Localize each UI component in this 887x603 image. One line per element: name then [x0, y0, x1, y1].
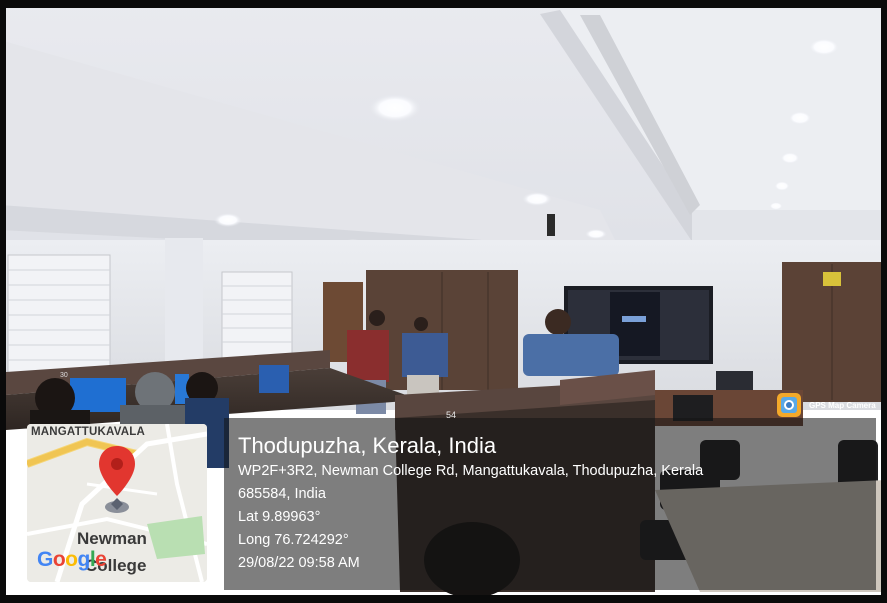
longitude-value: Long 76.724292° [238, 532, 349, 548]
google-letter: o [52, 548, 66, 571]
google-letter: o [65, 548, 78, 571]
address-line-1: WP2F+3R2, Newman College Rd, Mangattukav… [238, 463, 704, 479]
frame-border-bottom [0, 595, 887, 603]
gps-map-camera-badge: GPS Map Camera [777, 393, 876, 417]
badge-label: GPS Map Camera [809, 400, 876, 410]
frame-border-right [881, 0, 887, 603]
map-area-label: MANGATTUKAVALA [31, 426, 145, 438]
address-line-2: 685584, India [238, 486, 326, 502]
google-logo: Google [37, 548, 107, 572]
timestamp: 29/08/22 09:58 AM [238, 555, 360, 571]
photo-frame: 54 30 GPS Map Camera MANGATTUKAVALA Newm… [0, 0, 887, 603]
location-info: Thodupuzha, Kerala, India WP2F+3R2, Newm… [238, 432, 703, 575]
frame-border-left [0, 0, 6, 603]
google-letter: G [37, 548, 53, 571]
map-place-name-line1: Newman [77, 529, 147, 548]
latitude-value: Lat 9.89963° [238, 509, 321, 525]
google-letter: e [95, 548, 107, 571]
location-title: Thodupuzha, Kerala, India [238, 433, 497, 458]
google-letter: g [77, 548, 91, 571]
desk-number-30: 30 [60, 372, 68, 379]
map-thumbnail: MANGATTUKAVALA Newman College Google [27, 424, 207, 582]
location-pin-icon [99, 446, 135, 513]
frame-border-top [0, 0, 887, 8]
camera-pin-icon [777, 393, 801, 417]
